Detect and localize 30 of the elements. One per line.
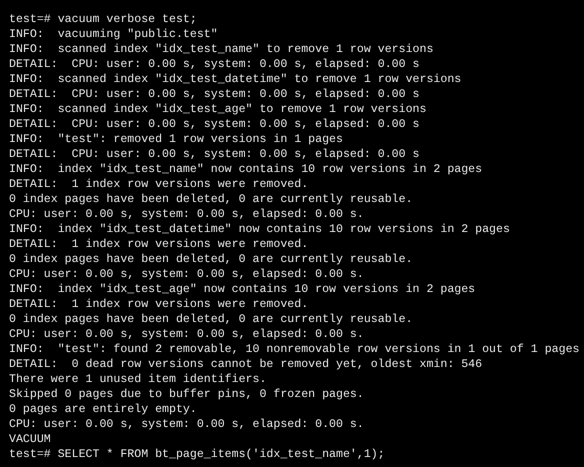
terminal-line: 0 index pages have been deleted, 0 are currently reusable. bbox=[9, 192, 413, 207]
terminal-line: INFO: index "idx_test_age" now contains 10 row versions in 2 pages bbox=[9, 282, 476, 297]
terminal-line: test=# vacuum verbose test; bbox=[9, 12, 197, 27]
terminal-line: DETAIL: CPU: user: 0.00 s, system: 0.00 s, elapsed: 0.00 s bbox=[9, 147, 420, 162]
terminal-line: DETAIL: 1 index row versions were removed. bbox=[9, 297, 308, 312]
terminal-line: INFO: "test": found 2 removable, 10 nonremovable row versions in 1 out of 1 pages bbox=[9, 342, 580, 357]
terminal-line: 0 index pages have been deleted, 0 are currently reusable. bbox=[9, 312, 413, 327]
terminal-line: CPU: user: 0.00 s, system: 0.00 s, elapsed: 0.00 s. bbox=[9, 267, 364, 282]
terminal-line: 0 index pages have been deleted, 0 are currently reusable. bbox=[9, 252, 413, 267]
terminal-line: Skipped 0 pages due to buffer pins, 0 frozen pages. bbox=[9, 387, 364, 402]
terminal-line: CPU: user: 0.00 s, system: 0.00 s, elapsed: 0.00 s. bbox=[9, 327, 364, 342]
terminal-line: INFO: scanned index "idx_test_datetime" to remove 1 row versions bbox=[9, 72, 462, 87]
terminal-line: test=# SELECT * FROM bt_page_items('idx_test_name',1); bbox=[9, 447, 385, 462]
terminal-line: VACUUM bbox=[9, 432, 51, 447]
terminal-line: INFO: scanned index "idx_test_age" to remove 1 row versions bbox=[9, 102, 426, 117]
terminal-line: INFO: "test": removed 1 row versions in 1 pages bbox=[9, 132, 343, 147]
terminal-line: DETAIL: 1 index row versions were removed. bbox=[9, 177, 308, 192]
terminal-line: DETAIL: CPU: user: 0.00 s, system: 0.00 s, elapsed: 0.00 s bbox=[9, 87, 420, 102]
terminal-line: DETAIL: CPU: user: 0.00 s, system: 0.00 s, elapsed: 0.00 s bbox=[9, 117, 420, 132]
terminal-line: DETAIL: 1 index row versions were removed. bbox=[9, 237, 308, 252]
terminal-line: INFO: vacuuming "public.test" bbox=[9, 27, 218, 42]
terminal-line: INFO: index "idx_test_datetime" now contains 10 row versions in 2 pages bbox=[9, 222, 510, 237]
terminal-line: INFO: index "idx_test_name" now contains 10 row versions in 2 pages bbox=[9, 162, 482, 177]
terminal-line: DETAIL: 0 dead row versions cannot be removed yet, oldest xmin: 546 bbox=[9, 357, 482, 372]
terminal-line: 0 pages are entirely empty. bbox=[9, 402, 197, 417]
terminal-line: CPU: user: 0.00 s, system: 0.00 s, elapsed: 0.00 s. bbox=[9, 207, 364, 222]
terminal-line: INFO: scanned index "idx_test_name" to remove 1 row versions bbox=[9, 42, 434, 57]
terminal-line: CPU: user: 0.00 s, system: 0.00 s, elapsed: 0.00 s. bbox=[9, 417, 364, 432]
terminal-line: DETAIL: CPU: user: 0.00 s, system: 0.00 s, elapsed: 0.00 s bbox=[9, 57, 420, 72]
terminal-line: There were 1 unused item identifiers. bbox=[9, 372, 266, 387]
